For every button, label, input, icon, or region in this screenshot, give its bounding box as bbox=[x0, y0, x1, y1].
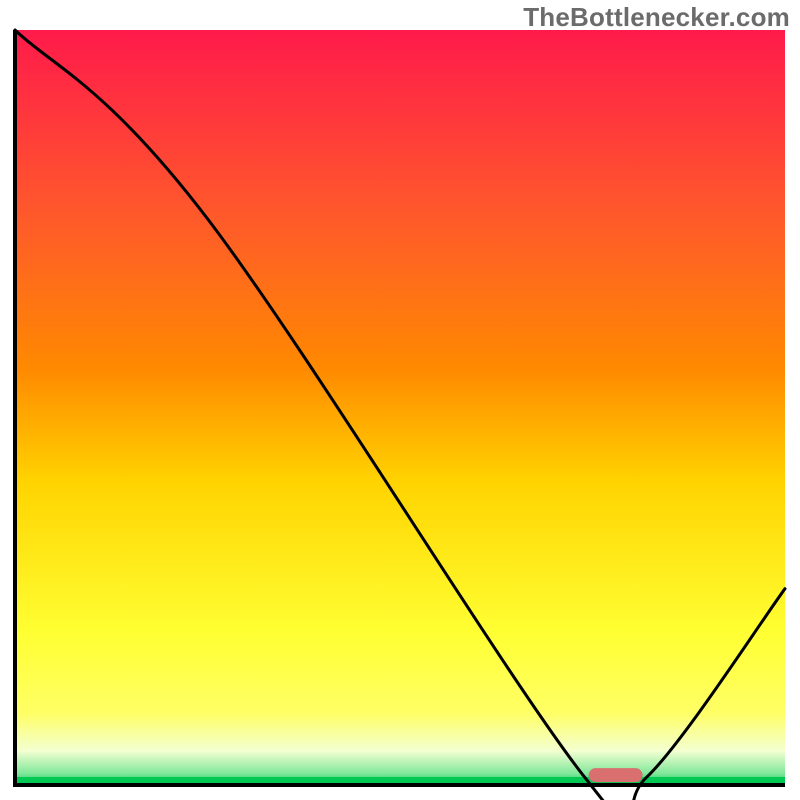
chart-svg bbox=[0, 0, 800, 800]
bottleneck-chart: TheBottlenecker.com bbox=[0, 0, 800, 800]
chart-background bbox=[15, 30, 785, 785]
optimal-marker bbox=[589, 768, 643, 782]
